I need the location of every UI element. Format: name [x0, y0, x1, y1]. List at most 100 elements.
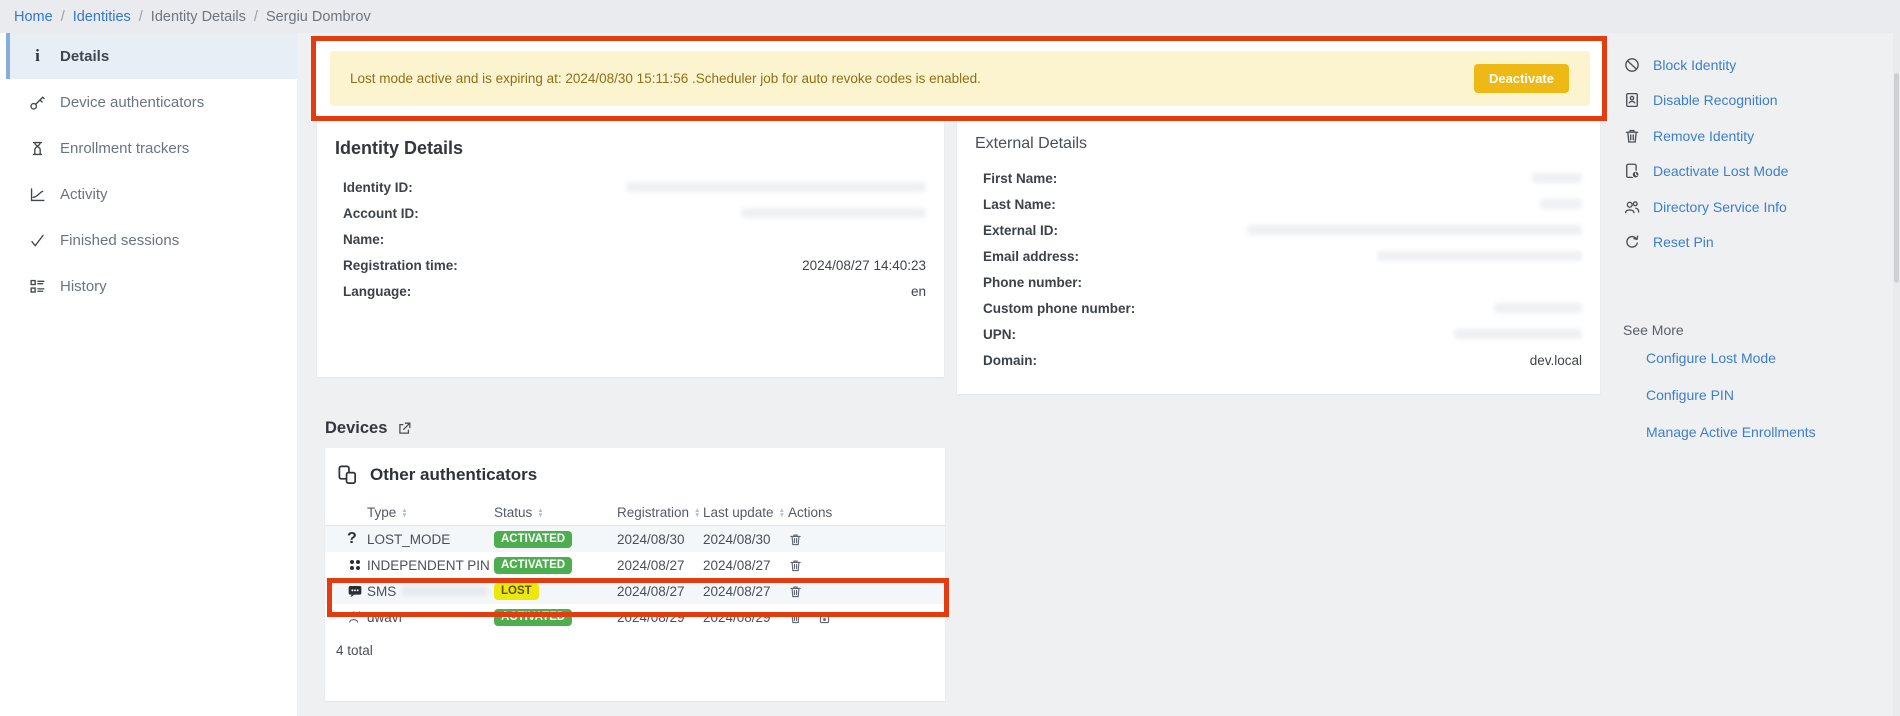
action-deactivate-lost-mode[interactable]: Deactivate Lost Mode [1623, 154, 1893, 190]
registration-date: 2024/08/27 [617, 558, 703, 573]
column-status[interactable]: Status▲▼ [494, 505, 617, 520]
column-actions: Actions [788, 505, 945, 520]
sort-icon: ▲▼ [779, 508, 785, 518]
delete-icon[interactable] [788, 610, 803, 625]
other-authenticators-card: Other authenticators Type▲▼ Status▲▼ Reg… [325, 448, 945, 701]
id-card-icon [1623, 91, 1641, 109]
last-update-date: 2024/08/27 [703, 584, 788, 599]
field-custom-phone-number: Custom phone number: [975, 295, 1582, 321]
status-badge: ACTIVATED [494, 609, 572, 626]
external-details-card: External Details First Name: Last Name: … [957, 121, 1600, 394]
link-configure-lost-mode[interactable]: Configure Lost Mode [1646, 350, 1893, 366]
scrollbar-thumb[interactable] [1894, 73, 1899, 283]
field-last-name: Last Name: [975, 191, 1582, 217]
link-configure-pin[interactable]: Configure PIN [1646, 387, 1893, 403]
sidebar-item-details[interactable]: i Details [6, 33, 297, 79]
redacted-value [1494, 303, 1582, 313]
action-directory-service-info[interactable]: Directory Service Info [1623, 189, 1893, 225]
status-badge: ACTIVATED [494, 531, 572, 548]
person-icon [347, 609, 363, 625]
redacted-value [741, 208, 926, 218]
field-email-address: Email address: [975, 243, 1582, 269]
key-icon [28, 93, 47, 112]
redacted-value [1454, 329, 1582, 339]
field-external-id: External ID: [975, 217, 1582, 243]
column-registration[interactable]: Registration▲▼ [617, 505, 703, 520]
total-count: 4 total [325, 630, 945, 658]
last-update-date: 2024/08/29 [703, 610, 788, 625]
action-reset-pin[interactable]: Reset Pin [1623, 225, 1893, 261]
sidebar-item-finished-sessions[interactable]: Finished sessions [0, 217, 297, 263]
field-identity-id: Identity ID: [335, 174, 926, 200]
annotation-box-alert: Lost mode active and is expiring at: 202… [311, 36, 1607, 121]
breadcrumb-identities[interactable]: Identities [73, 9, 131, 25]
lost-mode-alert: Lost mode active and is expiring at: 202… [330, 51, 1590, 106]
question-icon: ? [347, 530, 367, 548]
sort-icon: ▲▼ [537, 508, 543, 518]
action-remove-identity[interactable]: Remove Identity [1623, 118, 1893, 154]
deactivate-button[interactable]: Deactivate [1474, 64, 1569, 93]
breadcrumb: Home / Identities / Identity Details / S… [0, 0, 1900, 33]
breadcrumb-home[interactable]: Home [14, 9, 53, 25]
field-name: Name: [335, 226, 926, 252]
sidebar-item-label: Finished sessions [60, 232, 179, 249]
column-type[interactable]: Type▲▼ [367, 505, 494, 520]
trash-icon [1623, 127, 1641, 145]
card-title: Other authenticators [370, 465, 537, 485]
identity-details-card: Identity Details Identity ID: Account ID… [317, 121, 944, 377]
table-header-row: Type▲▼ Status▲▼ Registration▲▼ Last upda… [325, 500, 945, 526]
people-icon [1623, 198, 1641, 216]
scrollbar-track[interactable] [1893, 33, 1900, 716]
sort-icon: ▲▼ [401, 508, 407, 518]
sidebar-item-enrollment-trackers[interactable]: Enrollment trackers [0, 125, 297, 171]
sms-icon [347, 583, 363, 599]
authenticators-table: Type▲▼ Status▲▼ Registration▲▼ Last upda… [325, 500, 945, 630]
sidebar-item-activity[interactable]: Activity [0, 171, 297, 217]
field-phone-number: Phone number: [975, 269, 1582, 295]
redacted-value [626, 182, 926, 192]
registration-date: 2024/08/30 [617, 532, 703, 547]
status-badge: LOST [494, 583, 539, 600]
lock-icon[interactable] [817, 610, 832, 625]
activity-icon [28, 185, 47, 204]
delete-icon[interactable] [788, 558, 803, 573]
external-link-icon[interactable] [396, 420, 413, 437]
device-type: LOST_MODE [367, 532, 494, 547]
pin-dots-icon [347, 557, 363, 573]
alert-message: Lost mode active and is expiring at: 202… [350, 71, 981, 86]
registration-date: 2024/08/27 [617, 584, 703, 599]
field-account-id: Account ID: [335, 200, 926, 226]
column-last-update[interactable]: Last update▲▼ [703, 505, 788, 520]
table-row: INDEPENDENT PIN ACTIVATED 2024/08/27 202… [325, 552, 945, 578]
device-type: dwavf [367, 610, 494, 625]
action-block-identity[interactable]: Block Identity [1623, 47, 1893, 83]
status-badge: ACTIVATED [494, 557, 572, 574]
sidebar-item-label: Details [60, 48, 109, 65]
list-icon [28, 277, 47, 296]
table-row: dwavf ACTIVATED 2024/08/29 2024/08/29 [325, 604, 945, 630]
hourglass-icon [28, 139, 47, 158]
delete-icon[interactable] [788, 584, 803, 599]
redacted-value [1540, 199, 1582, 209]
sidebar-item-history[interactable]: History [0, 263, 297, 309]
action-disable-recognition[interactable]: Disable Recognition [1623, 83, 1893, 119]
link-manage-active-enrollments[interactable]: Manage Active Enrollments [1646, 424, 1893, 440]
sidebar-item-label: Activity [60, 186, 108, 203]
field-upn: UPN: [975, 321, 1582, 347]
table-row: SMS LOST 2024/08/27 2024/08/27 [325, 578, 945, 604]
sidebar-item-label: Device authenticators [60, 94, 204, 111]
identity-actions-panel: Block Identity Disable Recognition Remov… [1623, 47, 1893, 260]
breadcrumb-separator: / [61, 9, 65, 25]
block-icon [1623, 56, 1641, 74]
devices-icon [336, 463, 359, 486]
table-row: ? LOST_MODE ACTIVATED 2024/08/30 2024/08… [325, 526, 945, 552]
breadcrumb-separator: / [139, 9, 143, 25]
sidebar-item-device-authenticators[interactable]: Device authenticators [0, 79, 297, 125]
last-update-date: 2024/08/30 [703, 532, 788, 547]
field-first-name: First Name: [975, 165, 1582, 191]
sidebar-item-label: History [60, 278, 107, 295]
redacted-value [1247, 225, 1582, 235]
breadcrumb-separator: / [254, 9, 258, 25]
delete-icon[interactable] [788, 532, 803, 547]
check-icon [28, 231, 47, 250]
